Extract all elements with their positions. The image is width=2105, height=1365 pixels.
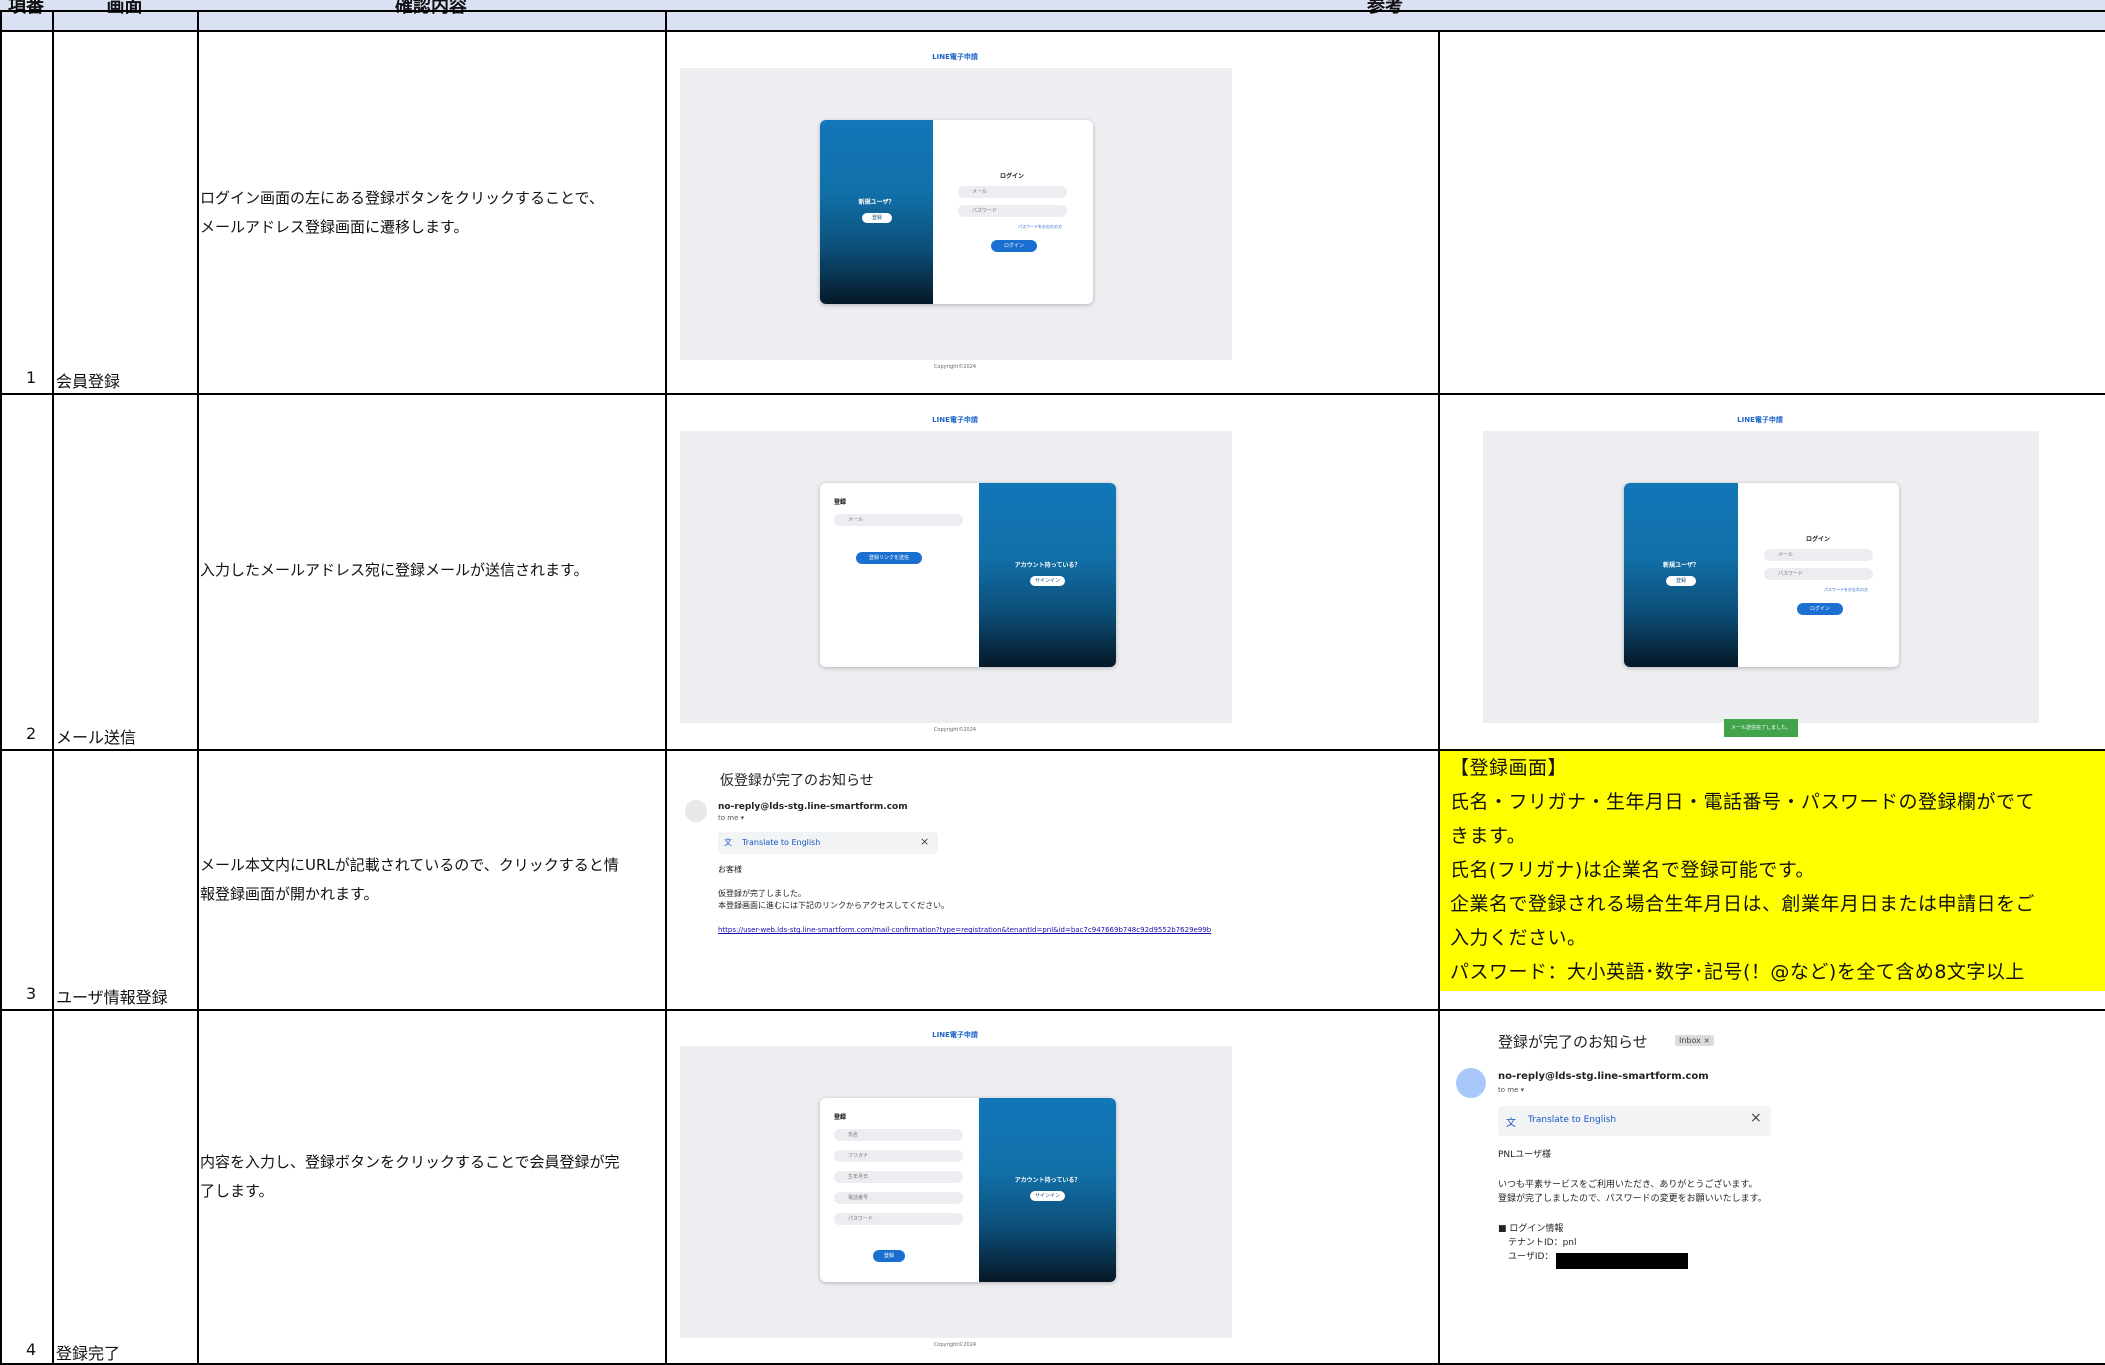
grid-line: [197, 10, 199, 1365]
grid-line: [0, 10, 2, 1365]
mail-sender: no-reply@lds-stg.line-smartform.com: [1498, 1071, 1709, 1082]
translate-icon: 文: [724, 838, 732, 847]
user-id: ユーザID：: [1508, 1252, 1554, 1262]
grid-line: [1438, 30, 1440, 1365]
login-title: ログイン: [1806, 536, 1831, 543]
mail-body-line: いつも平素サービスをご利用いただき、ありがとうございます。: [1498, 1180, 1758, 1190]
name-field[interactable]: 氏名: [834, 1129, 963, 1141]
signin-button[interactable]: サインイン: [1030, 576, 1065, 586]
email-field[interactable]: メール: [958, 186, 1067, 198]
row-number: 3: [26, 984, 37, 1003]
email-field[interactable]: メール: [834, 514, 963, 526]
register-card: 登録 メール 登録リンクを送信 アカウント持っている？ サインイン: [820, 483, 1116, 667]
have-account-label: アカウント持っている？: [1014, 1177, 1081, 1184]
phone-field[interactable]: 電話番号: [834, 1192, 963, 1204]
mail-greeting: お客様: [718, 865, 742, 874]
translate-link[interactable]: Translate to English: [742, 838, 820, 847]
row-content: 内容を入力し、登録ボタンをクリックすることで会員登録が完 了します。: [200, 1153, 620, 1200]
new-user-label: 新規ユーザ？: [1663, 562, 1699, 569]
register-button[interactable]: 登録: [862, 213, 892, 223]
email-field[interactable]: メール: [1764, 549, 1873, 561]
login-card: 新規ユーザ？ 登録 ログイン メール パスワード パスワードをお忘れの方 ログイ…: [820, 120, 1093, 304]
mail-body-line: 本登録画面に進むには下記のリンクからアクセスしてください。: [718, 901, 950, 910]
app-title: LINE電子申請: [932, 53, 978, 61]
row-number: 4: [26, 1340, 37, 1359]
grid-line: [665, 10, 667, 1365]
copyright: Copyright©2024: [933, 364, 977, 370]
app-title: LINE電子申請: [1737, 416, 1783, 424]
login-button[interactable]: ログイン: [991, 240, 1037, 252]
mail-subject: 仮登録が完了のお知らせ: [720, 773, 874, 789]
row-number: 1: [26, 368, 37, 387]
avatar-icon: [685, 800, 707, 822]
row-number: 2: [26, 724, 37, 743]
password-field[interactable]: パスワード: [834, 1213, 963, 1225]
mail-greeting: PNLユーザ様: [1498, 1150, 1551, 1160]
grid-line: [0, 1009, 2105, 1011]
signin-button[interactable]: サインイン: [1030, 1191, 1065, 1201]
registration-link[interactable]: https://user-web.lds-stg.line-smartform.…: [718, 926, 1211, 934]
copyright: Copyright©2024: [933, 727, 977, 733]
register-title: 登録: [834, 1114, 847, 1121]
side-panel: [979, 1098, 1116, 1282]
translate-icon: 文: [1506, 1118, 1516, 1129]
app-title: LINE電子申請: [932, 1031, 978, 1039]
header-no: 項番: [0, 0, 52, 30]
row-screen: メール送信: [56, 728, 137, 747]
send-link-button[interactable]: 登録リンクを送信: [856, 552, 922, 564]
close-icon[interactable]: ×: [920, 835, 929, 848]
avatar-icon: [1456, 1068, 1486, 1098]
birthdate-field[interactable]: 生年月日: [834, 1171, 963, 1183]
header-content: 確認内容: [197, 0, 665, 30]
grid-line: [0, 30, 2105, 32]
password-field[interactable]: パスワード: [1764, 568, 1873, 580]
row-content: ログイン画面の左にある登録ボタンをクリックすることで、 メールアドレス登録画面に遷…: [200, 189, 604, 236]
header-screen: 画面: [52, 0, 197, 30]
login-button[interactable]: ログイン: [1797, 603, 1843, 615]
tenant-id: テナントID：pnl: [1508, 1238, 1577, 1248]
mail-sent-toast: メール送信完了しました。: [1724, 719, 1798, 737]
new-user-label: 新規ユーザ？: [858, 199, 895, 206]
grid-line: [0, 393, 2105, 395]
login-card: 新規ユーザ？ 登録 ログイン メール パスワード パスワードをお忘れの方 ログイ…: [1624, 483, 1899, 667]
register-title: 登録: [834, 499, 847, 506]
row-screen: 会員登録: [56, 372, 121, 391]
register-submit-button[interactable]: 登録: [873, 1250, 905, 1262]
header-reference: 参考: [665, 0, 2105, 30]
grid-line: [0, 10, 2105, 12]
inbox-label[interactable]: Inbox ×: [1675, 1035, 1715, 1046]
grid-line: [52, 10, 54, 1365]
redacted-user-id: [1556, 1253, 1688, 1269]
mail-body-line: 仮登録が完了しました。: [718, 889, 806, 898]
mail-subject: 登録が完了のお知らせ: [1498, 1033, 1648, 1051]
kana-field[interactable]: フリガナ: [834, 1150, 963, 1162]
have-account-label: アカウント持っている？: [1014, 562, 1081, 569]
forgot-password-link[interactable]: パスワードをお忘れの方: [1018, 224, 1062, 230]
mail-body-line: 登録が完了しましたので、パスワードの変更をお願いいたします。: [1498, 1194, 1767, 1204]
side-panel: [1624, 483, 1738, 667]
register-form-card: 登録 氏名 フリガナ 生年月日 電話番号 パスワード 登録 アカウント持っている…: [820, 1098, 1116, 1282]
login-title: ログイン: [1000, 173, 1025, 180]
mail-recipient: to me ▾: [718, 814, 745, 822]
row-content: メール本文内にURLが記載されているので、クリックすると情 報登録画面が開かれます…: [200, 856, 619, 903]
login-info-title: ■ ログイン情報: [1498, 1224, 1564, 1234]
row-content: 入力したメールアドレス宛に登録メールが送信されます。: [200, 561, 589, 579]
close-icon[interactable]: ×: [1750, 1110, 1762, 1126]
side-panel: [820, 120, 933, 304]
side-panel: [979, 483, 1116, 667]
registration-note: 【登録画面】 氏名・フリガナ・生年月日・電話番号・パスワードの登録欄がでて きま…: [1440, 751, 2105, 991]
mail-recipient: to me ▾: [1498, 1086, 1525, 1094]
forgot-password-link[interactable]: パスワードをお忘れの方: [1824, 587, 1868, 593]
mail-sender: no-reply@lds-stg.line-smartform.com: [718, 802, 908, 812]
row-screen: 登録完了: [56, 1344, 121, 1363]
password-field[interactable]: パスワード: [958, 205, 1067, 217]
row-screen: ユーザ情報登録: [56, 988, 168, 1007]
app-title: LINE電子申請: [932, 416, 978, 424]
translate-link[interactable]: Translate to English: [1528, 1115, 1616, 1125]
register-button[interactable]: 登録: [1666, 576, 1696, 586]
copyright: Copyright©2024: [933, 1342, 977, 1348]
